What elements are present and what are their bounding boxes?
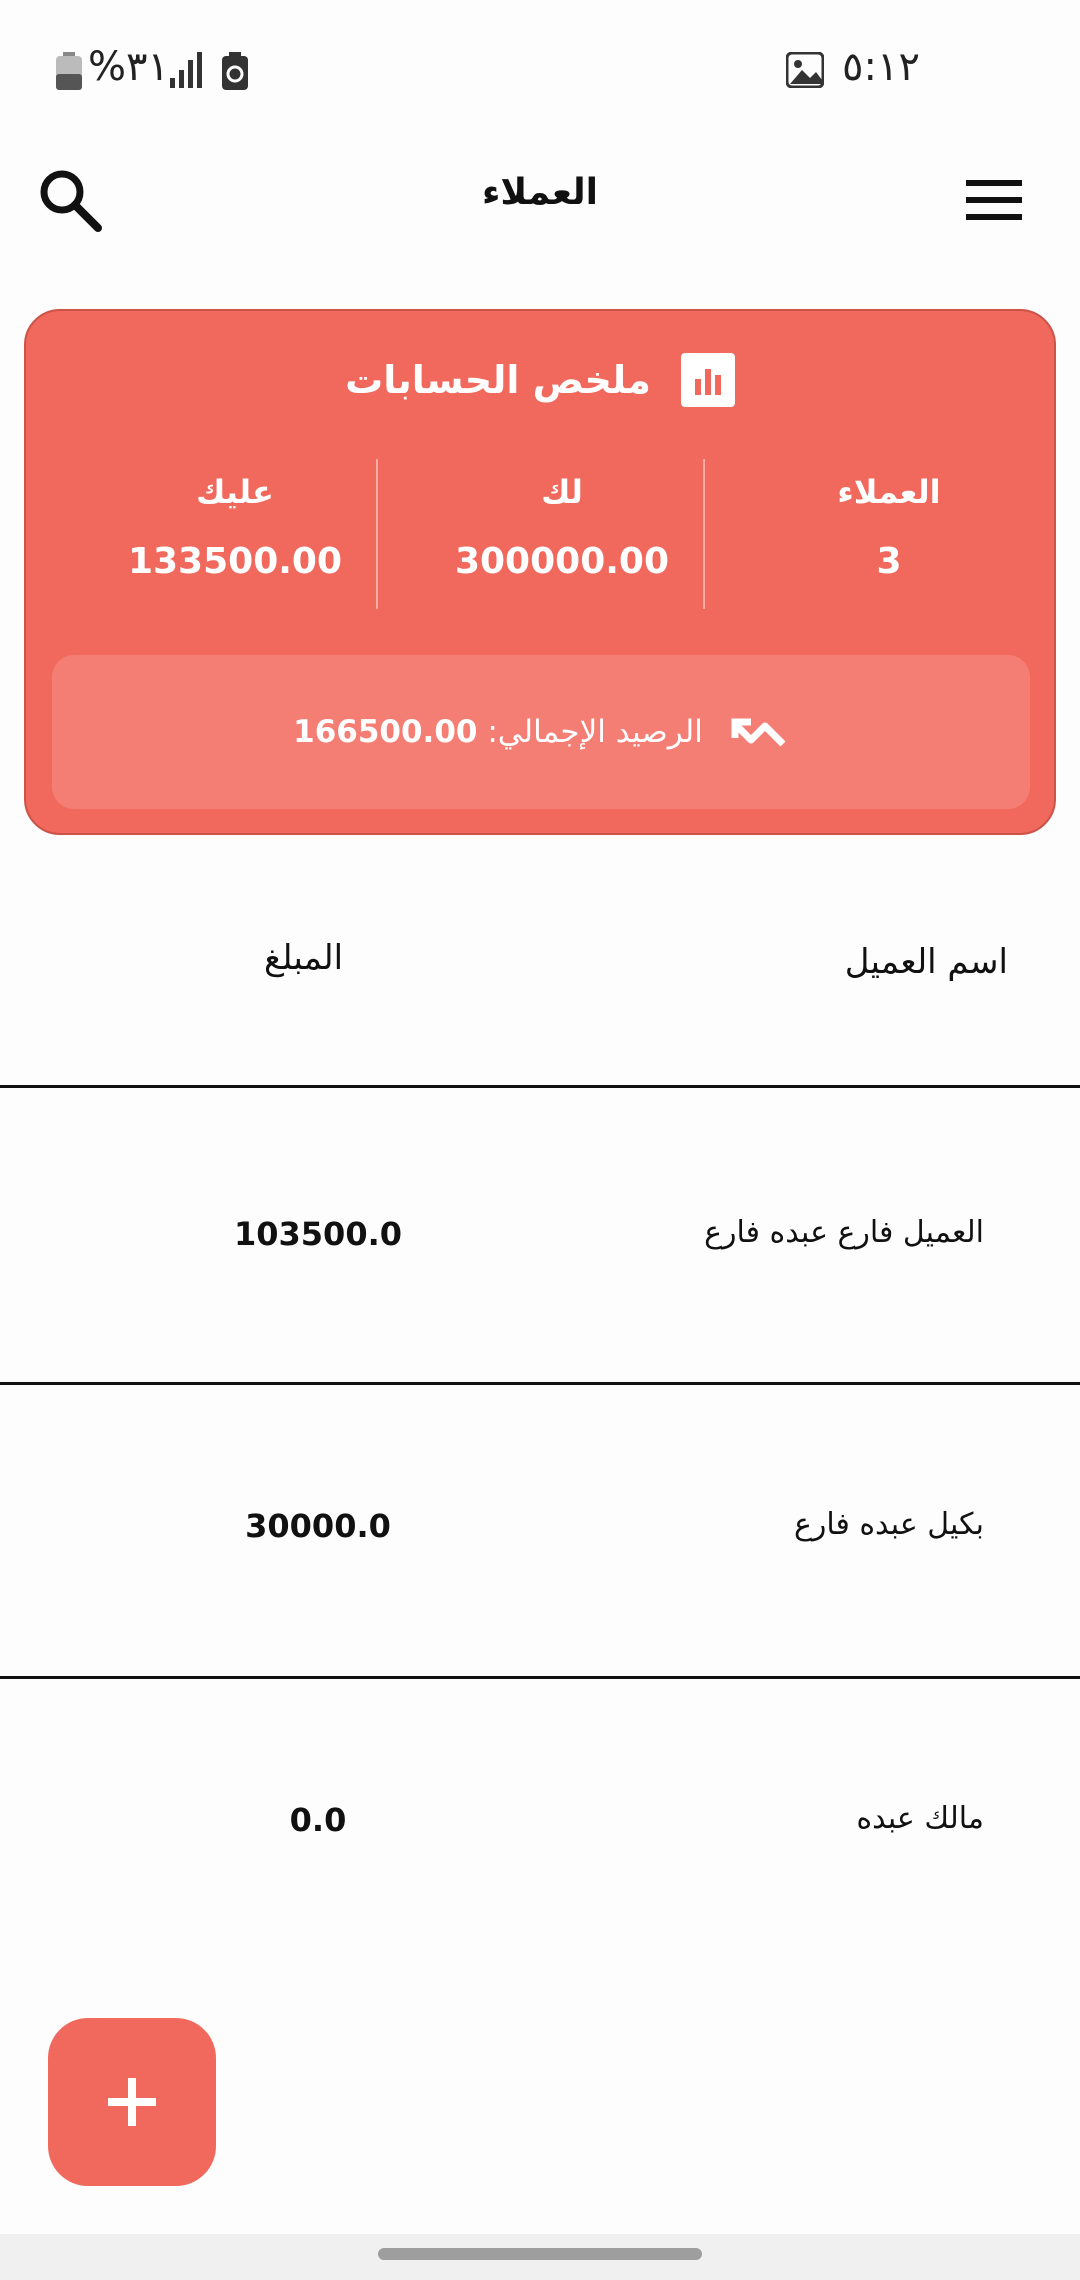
stat-on-you: عليك 133500.00	[72, 459, 398, 609]
trending-icon	[731, 718, 786, 747]
stat-customers: العملاء 3	[726, 459, 1052, 609]
system-nav-bar	[0, 2234, 1080, 2280]
stat-value: 133500.00	[127, 541, 343, 582]
stat-for-you: لك 300000.00	[399, 459, 725, 609]
stat-label: العملاء	[837, 473, 941, 511]
bar-chart-icon	[680, 353, 735, 407]
battery-icon	[56, 52, 82, 90]
balance-label: الرصيد الإجمالي:	[477, 714, 703, 750]
table-row[interactable]: مالك عبده 0.0	[0, 1679, 1080, 1973]
customer-name: العميل فارع عبده فارع	[704, 1215, 984, 1250]
table-row[interactable]: العميل فارع عبده فارع 103500.0	[0, 1091, 1080, 1385]
customer-name: مالك عبده	[856, 1801, 984, 1836]
balance-value: 166500.00	[293, 714, 478, 750]
column-header-amount: المبلغ	[264, 938, 344, 978]
status-bar: %٣١ ٥:١٢	[0, 0, 1080, 140]
battery-saver-icon	[222, 52, 248, 90]
stat-value: 3	[876, 541, 902, 582]
add-customer-button[interactable]	[48, 2018, 216, 2186]
app-bar: العملاء	[0, 140, 1080, 270]
battery-percentage: %٣١	[88, 44, 169, 90]
table-header: اسم العميل المبلغ	[0, 870, 1080, 1088]
signal-icon	[170, 52, 202, 88]
stat-label: عليك	[196, 473, 274, 511]
page-title: العملاء	[481, 172, 599, 213]
column-header-name: اسم العميل	[844, 942, 1008, 982]
summary-stats: العملاء 3 لك 300000.00 عليك 133500.00	[26, 459, 1054, 609]
clock: ٥:١٢	[842, 44, 920, 90]
customer-amount: 0.0	[289, 1801, 347, 1839]
stat-value: 300000.00	[454, 541, 670, 582]
total-balance: الرصيد الإجمالي: 166500.00	[52, 655, 1030, 809]
summary-title: ملخص الحسابات	[345, 358, 651, 402]
home-gesture-handle[interactable]	[378, 2248, 702, 2260]
balance-text: الرصيد الإجمالي: 166500.00	[293, 714, 703, 750]
stat-label: لك	[541, 473, 583, 511]
menu-icon[interactable]	[964, 174, 1024, 226]
plus-icon	[108, 2078, 156, 2126]
table-row[interactable]: بكيل عبده فارع 30000.0	[0, 1385, 1080, 1679]
accounts-summary-card: ملخص الحسابات العملاء 3 لك 300000.00 علي…	[24, 309, 1056, 835]
customer-name: بكيل عبده فارع	[793, 1507, 984, 1542]
customer-amount: 103500.0	[233, 1215, 402, 1253]
customer-amount: 30000.0	[245, 1507, 391, 1545]
gallery-icon	[786, 52, 824, 88]
summary-header: ملخص الحسابات	[26, 345, 1054, 415]
search-icon[interactable]	[36, 166, 104, 234]
